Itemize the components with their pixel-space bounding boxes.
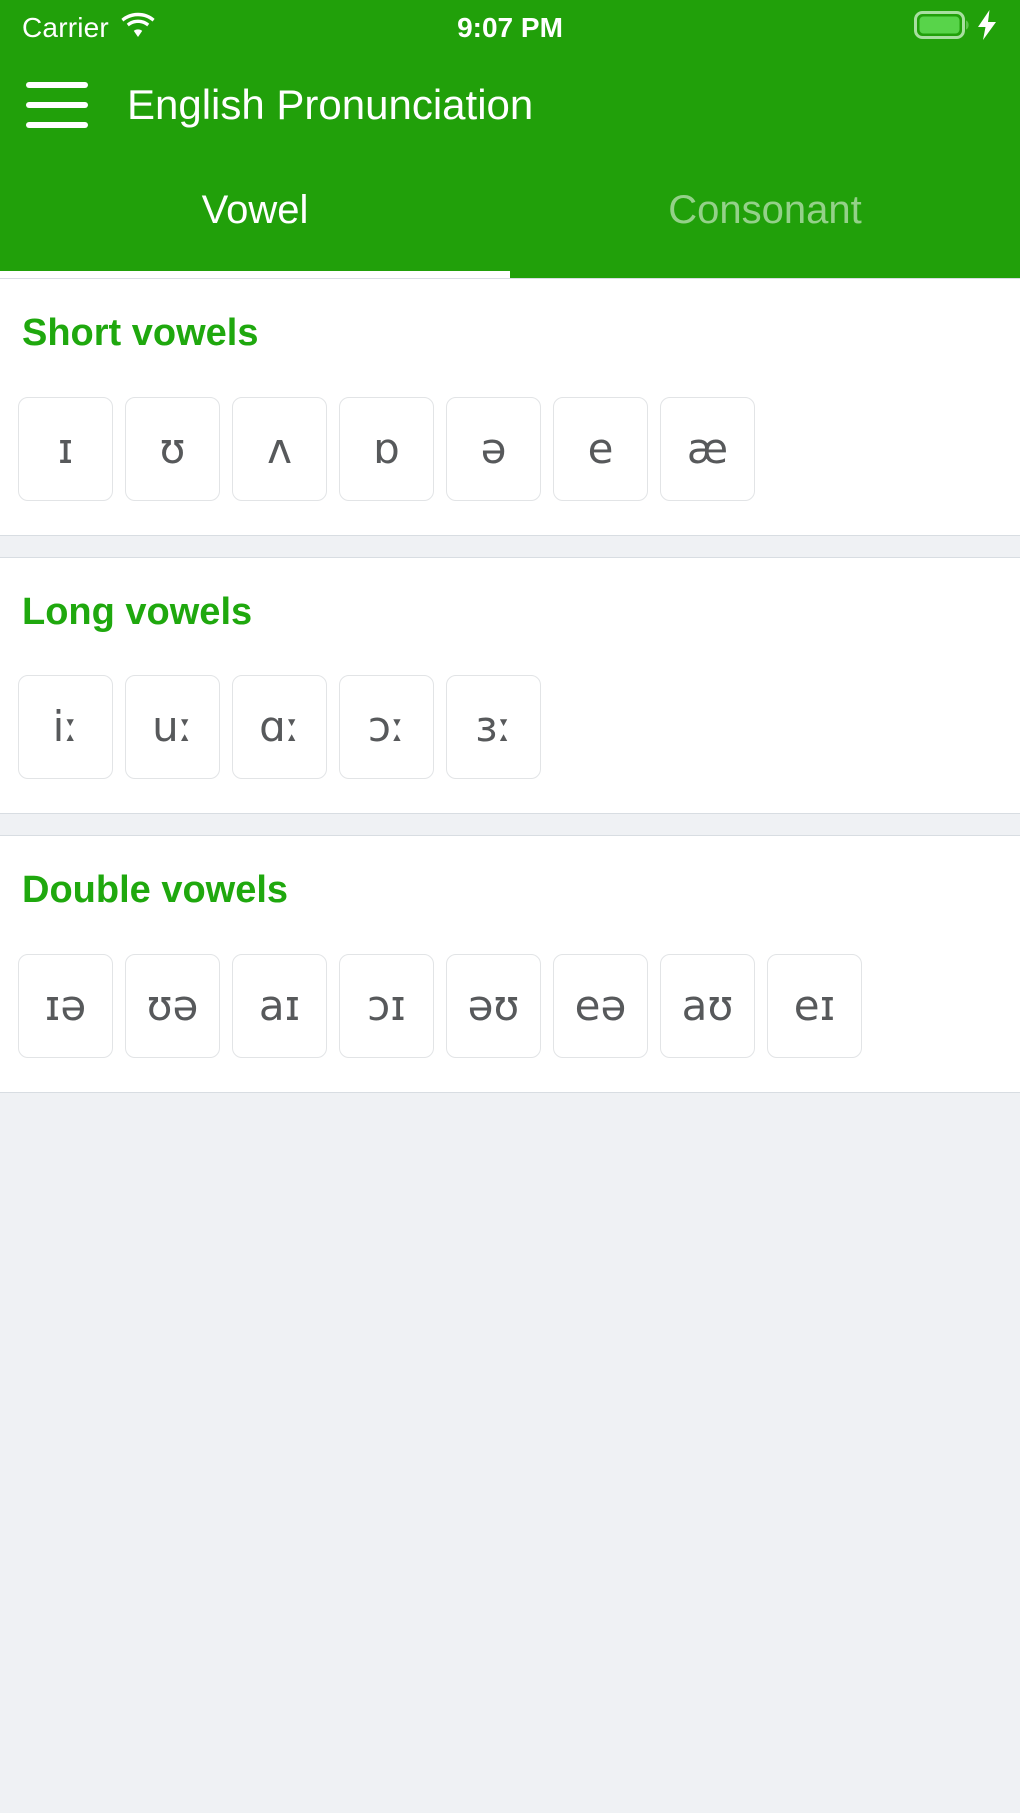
carrier-label: Carrier	[22, 11, 109, 43]
page-title: English Pronunciation	[127, 81, 534, 128]
vowel-tile[interactable]: aʊ	[660, 953, 755, 1058]
tile-row-double-vowels: ɪə ʊə aɪ ɔɪ əʊ eə aʊ eɪ	[0, 953, 1020, 1058]
app-header: Carrier 9:07 PM English Pronunciation Vo…	[0, 0, 1020, 278]
vowel-tile[interactable]: ə	[446, 396, 541, 501]
vowel-symbol: əʊ	[467, 980, 520, 1030]
vowel-tile[interactable]: ɒ	[339, 396, 434, 501]
hamburger-line-3	[26, 122, 88, 128]
card-double-vowels: Double vowels ɪə ʊə aɪ ɔɪ əʊ eə aʊ eɪ	[0, 835, 1020, 1093]
navigation-bar: English Pronunciation	[0, 55, 1020, 155]
tab-vowel[interactable]: Vowel	[0, 155, 510, 278]
clock-label: 9:07 PM	[457, 11, 563, 43]
vowel-tile[interactable]: aɪ	[232, 953, 327, 1058]
vowel-symbol: eə	[574, 980, 627, 1030]
vowel-symbol: ɜː	[475, 702, 512, 752]
lightning-bolt-icon	[976, 10, 998, 45]
app-screen: Carrier 9:07 PM English Pronunciation Vo…	[0, 0, 1020, 1813]
vowel-tile[interactable]: iː	[18, 675, 113, 780]
hamburger-line-1	[26, 82, 88, 88]
vowel-symbol: ʊə	[146, 980, 199, 1030]
empty-space	[0, 1113, 1020, 1813]
vowel-tile[interactable]: ɔː	[339, 675, 434, 780]
vowel-symbol: iː	[52, 702, 79, 752]
vowel-tile[interactable]: ʊ	[125, 396, 220, 501]
vowel-tile[interactable]: æ	[660, 396, 755, 501]
vowel-symbol: ɪə	[44, 980, 87, 1030]
vowel-symbol: ʊ	[159, 423, 186, 473]
card-long-vowels: Long vowels iː uː ɑː ɔː ɜː	[0, 556, 1020, 815]
vowel-symbol: ɔː	[367, 702, 406, 752]
vowel-list-content: Short vowels ɪ ʊ ʌ ɒ ə e æ Long vowels i…	[0, 278, 1020, 1813]
section-title-double-vowels: Double vowels	[22, 869, 289, 912]
vowel-tile[interactable]: ɪ	[18, 396, 113, 501]
tab-active-indicator	[0, 271, 510, 278]
vowel-tile[interactable]: ɔɪ	[339, 953, 434, 1058]
vowel-symbol: uː	[152, 702, 193, 752]
vowel-symbol: ɔɪ	[367, 980, 406, 1030]
section-title-short-vowels: Short vowels	[22, 312, 259, 354]
vowel-tile[interactable]: əʊ	[446, 953, 541, 1058]
section-title-long-vowels: Long vowels	[22, 590, 253, 633]
status-bar: Carrier 9:07 PM	[0, 0, 1020, 55]
vowel-symbol: e	[587, 423, 614, 473]
status-bar-right	[914, 10, 998, 45]
vowel-tile[interactable]: eɪ	[767, 953, 862, 1058]
battery-full-icon	[914, 11, 972, 44]
vowel-tile[interactable]: ɑː	[232, 675, 327, 780]
tile-row-long-vowels: iː uː ɑː ɔː ɜː	[0, 675, 1020, 780]
vowel-symbol: aɪ	[258, 980, 301, 1030]
vowel-symbol: aʊ	[681, 980, 734, 1030]
vowel-symbol: eɪ	[793, 980, 836, 1030]
vowel-symbol: ə	[480, 423, 507, 473]
vowel-tile[interactable]: ɪə	[18, 953, 113, 1058]
hamburger-menu-icon[interactable]	[26, 82, 88, 128]
vowel-tile[interactable]: eə	[553, 953, 648, 1058]
vowel-symbol: ʌ	[267, 423, 292, 473]
tab-consonant[interactable]: Consonant	[510, 155, 1020, 278]
tab-bar: Vowel Consonant	[0, 155, 1020, 278]
vowel-symbol: ɒ	[373, 423, 400, 473]
vowel-tile[interactable]: ʌ	[232, 396, 327, 501]
wifi-icon	[121, 12, 155, 43]
vowel-tile[interactable]: uː	[125, 675, 220, 780]
vowel-tile[interactable]: ʊə	[125, 953, 220, 1058]
vowel-symbol: ɪ	[57, 423, 74, 473]
vowel-symbol: æ	[686, 423, 729, 473]
vowel-symbol: ɑː	[259, 702, 300, 752]
hamburger-line-2	[26, 102, 88, 108]
vowel-tile[interactable]: ɜː	[446, 675, 541, 780]
tile-row-short-vowels: ɪ ʊ ʌ ɒ ə e æ	[0, 396, 1020, 501]
vowel-tile[interactable]: e	[553, 396, 648, 501]
card-short-vowels: Short vowels ɪ ʊ ʌ ɒ ə e æ	[0, 278, 1020, 536]
status-bar-left: Carrier	[22, 12, 155, 43]
